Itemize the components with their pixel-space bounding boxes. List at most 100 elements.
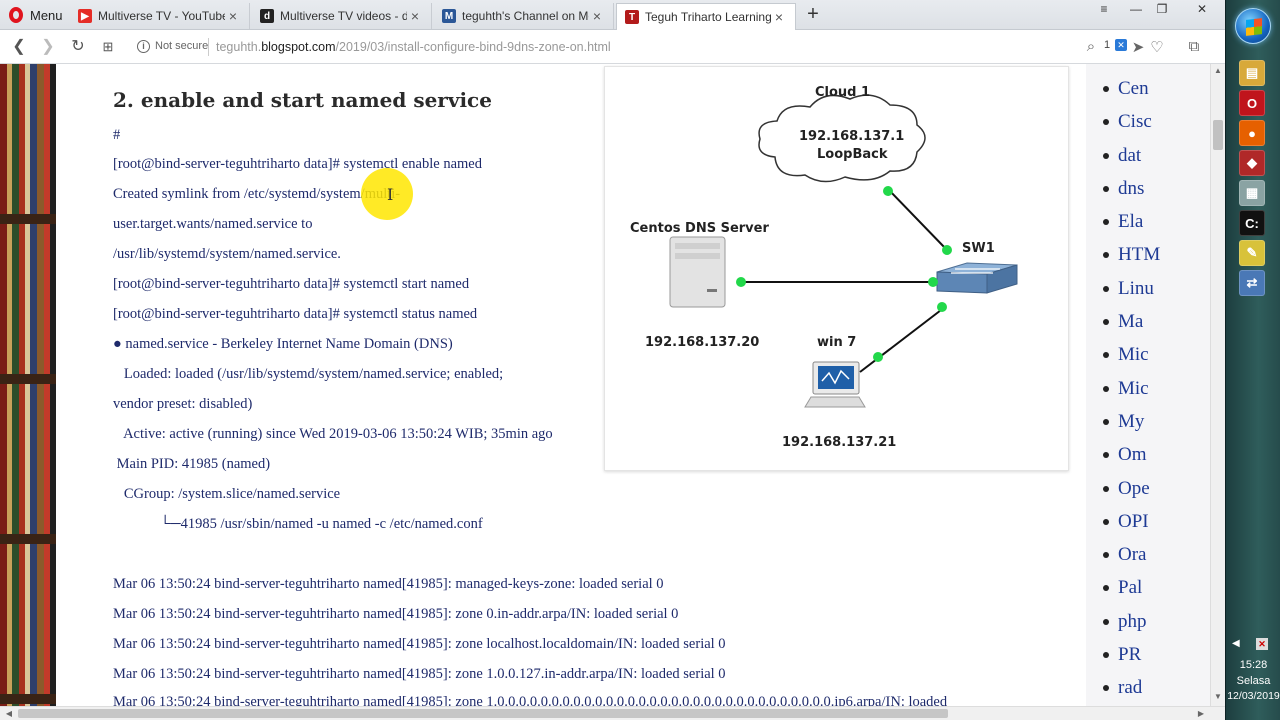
tab-close-icon[interactable]: × bbox=[771, 9, 787, 25]
security-label[interactable]: Not secure bbox=[155, 40, 208, 52]
tab-menu-icon[interactable]: ≡ bbox=[1092, 2, 1116, 16]
text-line: [root@bind-server-teguhtriharto data]# s… bbox=[113, 306, 478, 322]
scroll-right-icon[interactable]: ▶ bbox=[1194, 707, 1208, 720]
opera-icon[interactable]: O bbox=[1239, 90, 1265, 116]
send-icon[interactable]: ➤ bbox=[1129, 38, 1147, 56]
text-line: └─41985 /usr/sbin/named -u named -c /etc… bbox=[113, 516, 483, 532]
sidebar-link[interactable]: rad bbox=[1086, 675, 1210, 706]
start-button-icon[interactable] bbox=[1235, 8, 1271, 44]
article-content: 2. enable and start named service # [roo… bbox=[56, 64, 1086, 706]
new-tab-button[interactable]: + bbox=[802, 4, 824, 26]
sidebar-link[interactable]: Cisc bbox=[1086, 109, 1210, 142]
snapshot-icon[interactable]: ⧉ bbox=[1185, 38, 1203, 55]
tab-dailymotion[interactable]: d Multiverse TV videos - dai × bbox=[252, 3, 432, 29]
scroll-left-icon[interactable]: ◀ bbox=[2, 707, 16, 720]
network-tool-icon[interactable]: ⇄ bbox=[1239, 270, 1265, 296]
restore-button[interactable]: ❐ bbox=[1150, 2, 1174, 16]
scroll-down-icon[interactable]: ▼ bbox=[1211, 690, 1225, 704]
horizontal-scroll-thumb[interactable] bbox=[18, 709, 948, 718]
minimize-button[interactable]: — bbox=[1124, 2, 1148, 16]
youtube-icon: ▶ bbox=[78, 9, 92, 23]
cloud-ip: 192.168.137.1 bbox=[799, 129, 905, 144]
bookmark-heart-icon[interactable]: ♡ bbox=[1148, 38, 1166, 56]
sidebar-link[interactable]: dns bbox=[1086, 176, 1210, 209]
sidebar-link[interactable]: Ela bbox=[1086, 209, 1210, 242]
web-page: 2. enable and start named service # [roo… bbox=[0, 64, 1210, 706]
vertical-scroll-thumb[interactable] bbox=[1213, 120, 1223, 150]
firefox-icon[interactable]: ● bbox=[1239, 120, 1265, 146]
address-toolbar: ❮ ❯ ↻ ⊞ i Not secure teguhth.blogspot.co… bbox=[0, 30, 1225, 64]
clock-day[interactable]: Selasa bbox=[1226, 675, 1280, 687]
url-divider bbox=[208, 38, 209, 56]
sidebar-link[interactable]: Cen bbox=[1086, 76, 1210, 109]
adblock-count[interactable]: 1 bbox=[1104, 39, 1110, 51]
sidebar-link[interactable]: OPI bbox=[1086, 509, 1210, 542]
adblock-icon[interactable]: ✕ bbox=[1115, 39, 1127, 51]
windows-taskbar: ▤ O ● ◆ ▦ C: ✎ ⇄ ◀ ✕ 15:28 Selasa 12/03/… bbox=[1225, 0, 1280, 720]
sidebar-link[interactable]: Linu bbox=[1086, 276, 1210, 309]
horizontal-scrollbar[interactable]: ◀ ▶ bbox=[0, 706, 1225, 720]
sidebar-link[interactable]: My bbox=[1086, 409, 1210, 442]
action-center-flag-icon[interactable]: ✕ bbox=[1256, 638, 1268, 650]
sidebar-link[interactable]: php bbox=[1086, 609, 1210, 642]
link-dot bbox=[937, 302, 947, 312]
speed-dial-icon[interactable]: ⊞ bbox=[98, 37, 118, 57]
tab-close-icon[interactable]: × bbox=[225, 8, 241, 24]
text-line: CGroup: /system.slice/named.service bbox=[113, 486, 341, 502]
label-sidebar: Cen Cisc dat dns Ela HTM Linu Ma Mic Mic… bbox=[1086, 64, 1210, 706]
url-domain: blogspot.com bbox=[261, 40, 336, 54]
command-prompt-icon[interactable]: C: bbox=[1239, 210, 1265, 236]
link-cloud-switch bbox=[887, 188, 948, 251]
scroll-up-icon[interactable]: ▲ bbox=[1211, 64, 1225, 78]
link-dot bbox=[928, 277, 938, 287]
close-window-button[interactable]: ✕ bbox=[1190, 2, 1214, 16]
switch-title: SW1 bbox=[962, 241, 995, 256]
clock-date[interactable]: 12/03/2019 bbox=[1226, 690, 1280, 702]
document-app-icon[interactable]: ▦ bbox=[1239, 180, 1265, 206]
sidebar-link[interactable]: PR bbox=[1086, 642, 1210, 675]
tab-close-icon[interactable]: × bbox=[407, 8, 423, 24]
text-line: # bbox=[113, 127, 121, 143]
bookshelf-background bbox=[0, 64, 56, 706]
reload-button[interactable]: ↻ bbox=[68, 37, 88, 57]
opera-menu-button[interactable]: Menu bbox=[0, 0, 68, 30]
tab-youtube[interactable]: ▶ Multiverse TV - YouTube × bbox=[70, 3, 250, 29]
client-pc-icon bbox=[804, 361, 866, 408]
text-line: user.target.wants/named.service to bbox=[113, 216, 313, 232]
sidebar-link[interactable]: HTM bbox=[1086, 242, 1210, 275]
explorer-icon[interactable]: ▤ bbox=[1239, 60, 1265, 86]
client-ip: 192.168.137.21 bbox=[782, 435, 897, 450]
log-line: Mar 06 13:50:24 bind-server-teguhtrihart… bbox=[113, 694, 948, 706]
sidebar-link[interactable]: Ora bbox=[1086, 542, 1210, 575]
sidebar-link[interactable]: dat bbox=[1086, 143, 1210, 176]
tab-teguh-blog[interactable]: T Teguh Triharto Learning C × bbox=[616, 3, 796, 30]
url-prefix: teguhth. bbox=[216, 40, 262, 54]
notepad-icon[interactable]: ✎ bbox=[1239, 240, 1265, 266]
sidebar-link[interactable]: Ope bbox=[1086, 476, 1210, 509]
sidebar-link[interactable]: Om bbox=[1086, 442, 1210, 475]
back-button[interactable]: ❮ bbox=[9, 37, 29, 57]
url-field[interactable]: teguhth.blogspot.com/2019/03/install-con… bbox=[216, 40, 611, 54]
tab-metacafe[interactable]: M teguhth's Channel on Met × bbox=[434, 3, 614, 29]
clock-time[interactable]: 15:28 bbox=[1226, 659, 1280, 671]
media-app-icon[interactable]: ◆ bbox=[1239, 150, 1265, 176]
server-icon bbox=[669, 236, 726, 308]
tab-strip: Menu ▶ Multiverse TV - YouTube × d Multi… bbox=[0, 0, 1225, 30]
log-line: Mar 06 13:50:24 bind-server-teguhtrihart… bbox=[113, 606, 679, 622]
text-line: /usr/lib/systemd/system/named.service. bbox=[113, 246, 341, 262]
tab-close-icon[interactable]: × bbox=[589, 8, 605, 24]
vertical-scrollbar[interactable]: ▲ ▼ bbox=[1210, 64, 1225, 706]
client-title: win 7 bbox=[817, 335, 857, 350]
link-client-switch bbox=[859, 306, 946, 373]
sidebar-link[interactable]: Pal bbox=[1086, 575, 1210, 608]
link-dot bbox=[942, 245, 952, 255]
sidebar-link[interactable]: Ma bbox=[1086, 309, 1210, 342]
text-line: Loaded: loaded (/usr/lib/systemd/system/… bbox=[113, 366, 504, 382]
tray-expand-icon[interactable]: ◀ bbox=[1232, 638, 1240, 649]
search-icon[interactable]: ⌕ bbox=[1082, 38, 1100, 55]
server-title: Centos DNS Server bbox=[630, 221, 769, 236]
sidebar-link[interactable]: Mic bbox=[1086, 376, 1210, 409]
forward-button[interactable]: ❯ bbox=[38, 37, 58, 57]
info-icon[interactable]: i bbox=[137, 40, 150, 53]
sidebar-link[interactable]: Mic bbox=[1086, 342, 1210, 375]
